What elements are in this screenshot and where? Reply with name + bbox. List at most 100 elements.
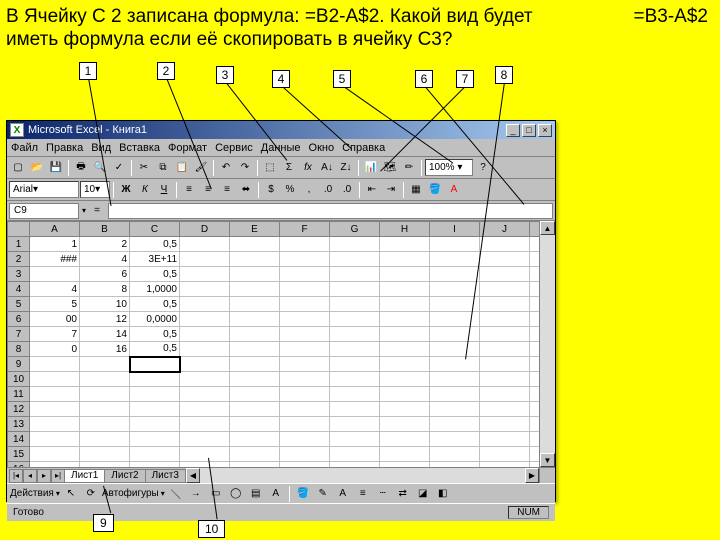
cell[interactable] <box>230 402 280 417</box>
align-left-icon[interactable]: ≡ <box>180 181 198 199</box>
cell[interactable] <box>280 252 330 267</box>
percent-icon[interactable]: % <box>281 181 299 199</box>
dropdown-icon[interactable]: ▾ <box>56 489 60 498</box>
dropdown-icon[interactable]: ▾ <box>161 489 165 498</box>
cell[interactable] <box>80 462 130 468</box>
cell[interactable] <box>380 267 430 282</box>
cell[interactable] <box>530 462 540 468</box>
hyperlink-icon[interactable]: ⬚ <box>261 159 279 177</box>
cell[interactable] <box>530 432 540 447</box>
cell[interactable] <box>430 342 480 357</box>
cell[interactable] <box>180 237 230 252</box>
row-header[interactable]: 5 <box>8 297 30 312</box>
scroll-down-icon[interactable]: ▼ <box>540 453 555 467</box>
cell[interactable] <box>430 372 480 387</box>
cell[interactable]: 0,5 <box>130 267 180 282</box>
underline-icon[interactable]: Ч <box>155 181 173 199</box>
cell[interactable] <box>130 357 180 372</box>
select-all-corner[interactable] <box>8 222 30 237</box>
cell[interactable] <box>380 447 430 462</box>
cell[interactable] <box>280 372 330 387</box>
cell[interactable] <box>230 342 280 357</box>
column-header[interactable]: A <box>30 222 80 237</box>
cell[interactable]: 3E+11 <box>130 252 180 267</box>
menu-format[interactable]: Формат <box>168 142 207 154</box>
cell[interactable] <box>230 357 280 372</box>
cell[interactable] <box>30 447 80 462</box>
cell[interactable] <box>180 327 230 342</box>
cell[interactable] <box>530 297 540 312</box>
cell[interactable] <box>230 267 280 282</box>
cell[interactable] <box>430 327 480 342</box>
sheet-tab-1[interactable]: Лист1 <box>64 469 105 483</box>
cell[interactable] <box>80 447 130 462</box>
cell[interactable] <box>480 387 530 402</box>
cell[interactable]: 4 <box>80 252 130 267</box>
copy-icon[interactable]: ⧉ <box>154 159 172 177</box>
cell[interactable] <box>380 297 430 312</box>
cell[interactable] <box>330 312 380 327</box>
cell[interactable] <box>230 432 280 447</box>
cell[interactable] <box>280 462 330 468</box>
row-header[interactable]: 10 <box>8 372 30 387</box>
cell[interactable] <box>430 387 480 402</box>
cell[interactable] <box>280 432 330 447</box>
help-icon[interactable]: ? <box>474 159 492 177</box>
cell[interactable]: 5 <box>30 297 80 312</box>
cell[interactable] <box>280 342 330 357</box>
cell[interactable] <box>230 312 280 327</box>
row-header[interactable]: 7 <box>8 327 30 342</box>
comma-icon[interactable]: , <box>300 181 318 199</box>
cell[interactable]: 16 <box>80 342 130 357</box>
borders-icon[interactable]: ▦ <box>407 181 425 199</box>
cell[interactable] <box>330 402 380 417</box>
row-header[interactable]: 14 <box>8 432 30 447</box>
cell[interactable] <box>180 312 230 327</box>
cell[interactable] <box>330 327 380 342</box>
cell[interactable] <box>330 447 380 462</box>
arrow-icon[interactable]: → <box>187 485 205 503</box>
cell[interactable] <box>430 282 480 297</box>
cell[interactable]: 1 <box>30 237 80 252</box>
cell[interactable] <box>530 327 540 342</box>
cell[interactable] <box>30 402 80 417</box>
line-color-icon[interactable]: ✎ <box>314 485 332 503</box>
cell[interactable]: 2 <box>80 237 130 252</box>
cell[interactable] <box>30 387 80 402</box>
textbox-icon[interactable]: ▤ <box>247 485 265 503</box>
cell[interactable] <box>430 357 480 372</box>
shadow-icon[interactable]: ◪ <box>414 485 432 503</box>
cell[interactable] <box>180 387 230 402</box>
row-header[interactable]: 4 <box>8 282 30 297</box>
column-header[interactable]: D <box>180 222 230 237</box>
cell[interactable] <box>480 357 530 372</box>
menu-tools[interactable]: Сервис <box>215 142 253 154</box>
close-button[interactable]: × <box>538 124 552 137</box>
cell[interactable] <box>180 297 230 312</box>
cell[interactable]: 4 <box>30 282 80 297</box>
autoshapes-menu[interactable]: Автофигуры <box>102 488 159 499</box>
tab-nav-prev-icon[interactable]: ◂ <box>23 469 37 483</box>
cell[interactable] <box>480 252 530 267</box>
cell[interactable] <box>130 387 180 402</box>
row-header[interactable]: 15 <box>8 447 30 462</box>
cell[interactable] <box>480 282 530 297</box>
cell[interactable]: 12 <box>80 312 130 327</box>
cell[interactable] <box>530 342 540 357</box>
cell[interactable] <box>530 252 540 267</box>
cell[interactable] <box>530 447 540 462</box>
row-header[interactable]: 11 <box>8 387 30 402</box>
dec-indent-icon[interactable]: ⇤ <box>363 181 381 199</box>
cell[interactable] <box>380 357 430 372</box>
column-header[interactable]: K <box>530 222 540 237</box>
inc-indent-icon[interactable]: ⇥ <box>382 181 400 199</box>
cell[interactable] <box>130 402 180 417</box>
cell[interactable] <box>280 282 330 297</box>
cell[interactable] <box>230 462 280 468</box>
menu-window[interactable]: Окно <box>309 142 335 154</box>
scroll-right-icon[interactable]: ▶ <box>525 468 539 483</box>
cell[interactable] <box>230 327 280 342</box>
cell[interactable] <box>530 402 540 417</box>
cell[interactable] <box>330 357 380 372</box>
cell[interactable] <box>380 252 430 267</box>
